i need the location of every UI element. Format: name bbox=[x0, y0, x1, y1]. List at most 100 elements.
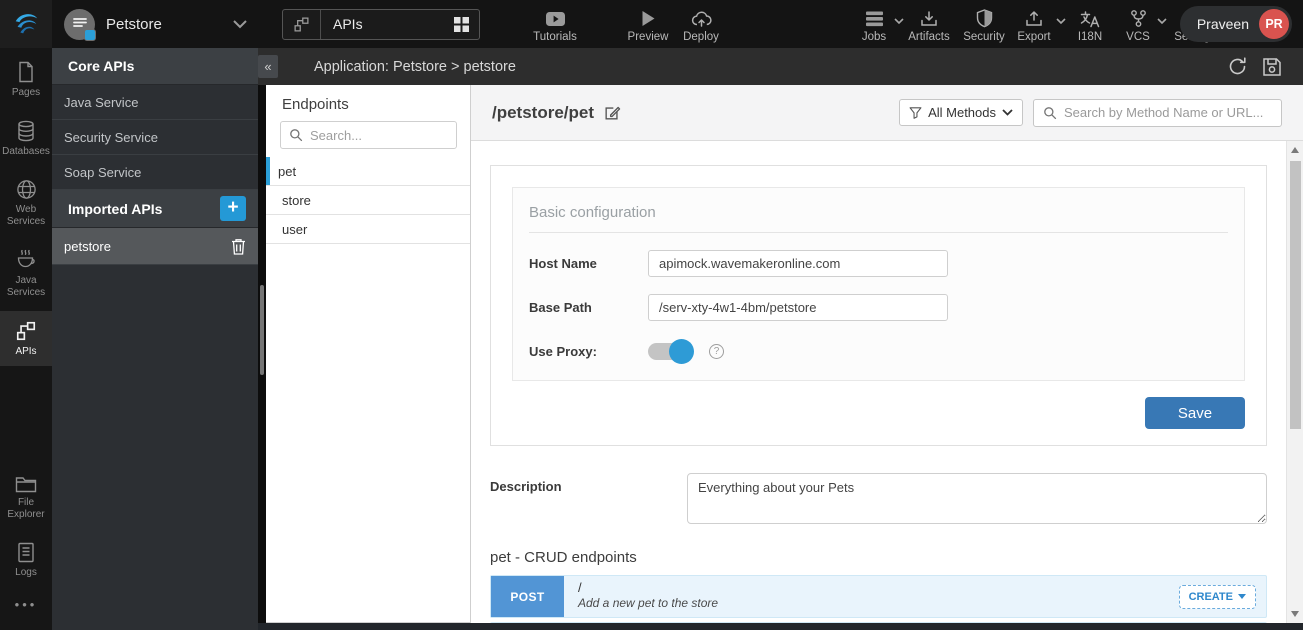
api-node-icon bbox=[15, 320, 37, 342]
endpoints-panel: Endpoints pet store user bbox=[266, 85, 471, 623]
nav-preview[interactable]: Preview bbox=[622, 0, 674, 48]
folder-icon bbox=[15, 475, 37, 493]
base-path-row: Base Path bbox=[529, 294, 1228, 321]
collapse-sidebar-button[interactable]: « bbox=[258, 55, 278, 78]
artifacts-download-icon bbox=[920, 8, 938, 29]
preview-icon bbox=[641, 8, 656, 29]
chevron-down-icon bbox=[1002, 109, 1013, 116]
save-button[interactable]: Save bbox=[1145, 397, 1245, 429]
base-path-label: Base Path bbox=[529, 300, 648, 315]
rail-item-databases[interactable]: Databases bbox=[0, 111, 52, 166]
rail-item-java-services[interactable]: Java Services bbox=[0, 240, 52, 307]
main-panel: /petstore/pet All Methods bbox=[471, 85, 1303, 623]
grid-menu-icon[interactable] bbox=[453, 16, 479, 33]
left-icon-rail: Pages Databases Web Services bbox=[0, 48, 52, 630]
save-floppy-icon[interactable] bbox=[1262, 57, 1282, 77]
i18n-translate-icon bbox=[1080, 8, 1100, 29]
pages-document-icon bbox=[16, 61, 36, 83]
sidebar-item-soap-service[interactable]: Soap Service bbox=[52, 155, 258, 190]
scroll-up-arrow[interactable] bbox=[1291, 147, 1299, 153]
endpoint-path-title: /petstore/pet bbox=[492, 103, 621, 123]
method-search[interactable] bbox=[1033, 99, 1282, 127]
nav-artifacts[interactable]: Artifacts bbox=[902, 0, 956, 48]
nav-tutorials[interactable]: Tutorials bbox=[526, 0, 584, 48]
toggle-knob bbox=[669, 339, 694, 364]
endpoint-item-user[interactable]: user bbox=[266, 215, 470, 244]
nav-i18n[interactable]: I18N bbox=[1070, 0, 1110, 48]
jobs-server-icon bbox=[865, 8, 884, 29]
coffee-cup-icon bbox=[16, 249, 37, 271]
project-name: Petstore bbox=[106, 16, 162, 33]
nav-export[interactable]: Export bbox=[1012, 0, 1056, 48]
crud-path: / bbox=[578, 579, 1179, 596]
host-name-label: Host Name bbox=[529, 256, 648, 271]
sidebar-scrollbar-thumb[interactable] bbox=[260, 285, 264, 375]
chevron-down-icon bbox=[1157, 18, 1167, 25]
methods-filter-value: All Methods bbox=[928, 105, 996, 120]
method-search-input[interactable] bbox=[1064, 105, 1272, 120]
host-name-row: Host Name bbox=[529, 250, 1228, 277]
sidebar-item-java-service[interactable]: Java Service bbox=[52, 85, 258, 120]
use-proxy-toggle[interactable] bbox=[648, 343, 692, 360]
project-selector[interactable]: Petstore bbox=[52, 0, 258, 48]
endpoints-search-input[interactable] bbox=[310, 128, 448, 143]
use-proxy-row: Use Proxy: ? bbox=[529, 343, 1228, 360]
description-row: Description Everything about your Pets bbox=[490, 473, 1267, 524]
rail-item-web-services[interactable]: Web Services bbox=[0, 170, 52, 236]
endpoint-item-store[interactable]: store bbox=[266, 186, 470, 215]
crud-endpoints-title: pet - CRUD endpoints bbox=[490, 549, 1267, 566]
rail-item-apis[interactable]: APIs bbox=[0, 311, 52, 366]
project-avatar-badge bbox=[84, 29, 96, 41]
service-type-label: APIs bbox=[321, 16, 453, 32]
search-icon bbox=[289, 128, 303, 142]
service-type-selector[interactable]: APIs bbox=[282, 9, 480, 40]
basic-configuration-card: Basic configuration Host Name Base Path … bbox=[512, 187, 1245, 381]
tutorials-icon bbox=[545, 8, 566, 29]
methods-filter-select[interactable]: All Methods bbox=[899, 99, 1023, 126]
user-name: Praveen bbox=[1197, 16, 1249, 32]
wavemaker-logo[interactable] bbox=[0, 0, 52, 48]
create-action-button[interactable]: CREATE bbox=[1179, 585, 1256, 609]
security-shield-icon bbox=[976, 8, 993, 29]
edit-pencil-icon[interactable] bbox=[603, 104, 621, 122]
user-avatar: PR bbox=[1259, 9, 1289, 39]
endpoint-item-pet[interactable]: pet bbox=[266, 157, 470, 186]
basic-configuration-title: Basic configuration bbox=[529, 204, 1228, 233]
scrollbar-thumb[interactable] bbox=[1290, 161, 1301, 429]
description-label: Description bbox=[490, 473, 687, 524]
description-textarea[interactable]: Everything about your Pets bbox=[687, 473, 1267, 524]
sidebar-item-security-service[interactable]: Security Service bbox=[52, 120, 258, 155]
nav-jobs[interactable]: Jobs bbox=[854, 0, 894, 48]
sidebar-item-petstore[interactable]: petstore bbox=[52, 228, 258, 265]
help-icon: ? bbox=[709, 344, 724, 359]
top-navbar: Petstore APIs Tutorials Preview bbox=[0, 0, 1303, 48]
rail-spacer bbox=[0, 366, 52, 462]
base-path-input[interactable] bbox=[648, 294, 948, 321]
api-node-icon bbox=[283, 10, 321, 39]
deploy-cloud-icon bbox=[691, 8, 712, 29]
logs-document-icon bbox=[17, 542, 35, 563]
rail-item-file-explorer[interactable]: File Explorer bbox=[0, 466, 52, 529]
nav-security[interactable]: Security bbox=[958, 0, 1010, 48]
scroll-down-arrow[interactable] bbox=[1291, 611, 1299, 617]
globe-icon bbox=[16, 179, 37, 200]
vertical-scrollbar[interactable] bbox=[1286, 141, 1303, 623]
user-menu[interactable]: Praveen PR bbox=[1180, 6, 1292, 42]
crud-row-post[interactable]: POST / Add a new pet to the store CREATE bbox=[490, 575, 1267, 618]
export-upload-icon bbox=[1025, 8, 1043, 29]
nav-vcs[interactable]: VCS bbox=[1119, 0, 1157, 48]
nav-deploy[interactable]: Deploy bbox=[676, 0, 726, 48]
api-sidebar: Core APIs Java Service Security Service … bbox=[52, 48, 258, 630]
endpoints-search[interactable] bbox=[280, 121, 457, 149]
rail-item-pages[interactable]: Pages bbox=[0, 52, 52, 107]
rail-more-button[interactable]: ••• bbox=[0, 587, 52, 630]
application-bar: « Application: Petstore > petstore bbox=[258, 48, 1303, 85]
crud-description: Add a new pet to the store bbox=[578, 596, 1179, 611]
use-proxy-label: Use Proxy: bbox=[529, 344, 648, 359]
delete-trash-icon[interactable] bbox=[231, 238, 246, 255]
host-name-input[interactable] bbox=[648, 250, 948, 277]
refresh-icon[interactable] bbox=[1227, 56, 1248, 77]
wave-logo-icon bbox=[11, 9, 41, 39]
rail-item-logs[interactable]: Logs bbox=[0, 533, 52, 587]
add-api-button[interactable]: + bbox=[220, 196, 246, 221]
